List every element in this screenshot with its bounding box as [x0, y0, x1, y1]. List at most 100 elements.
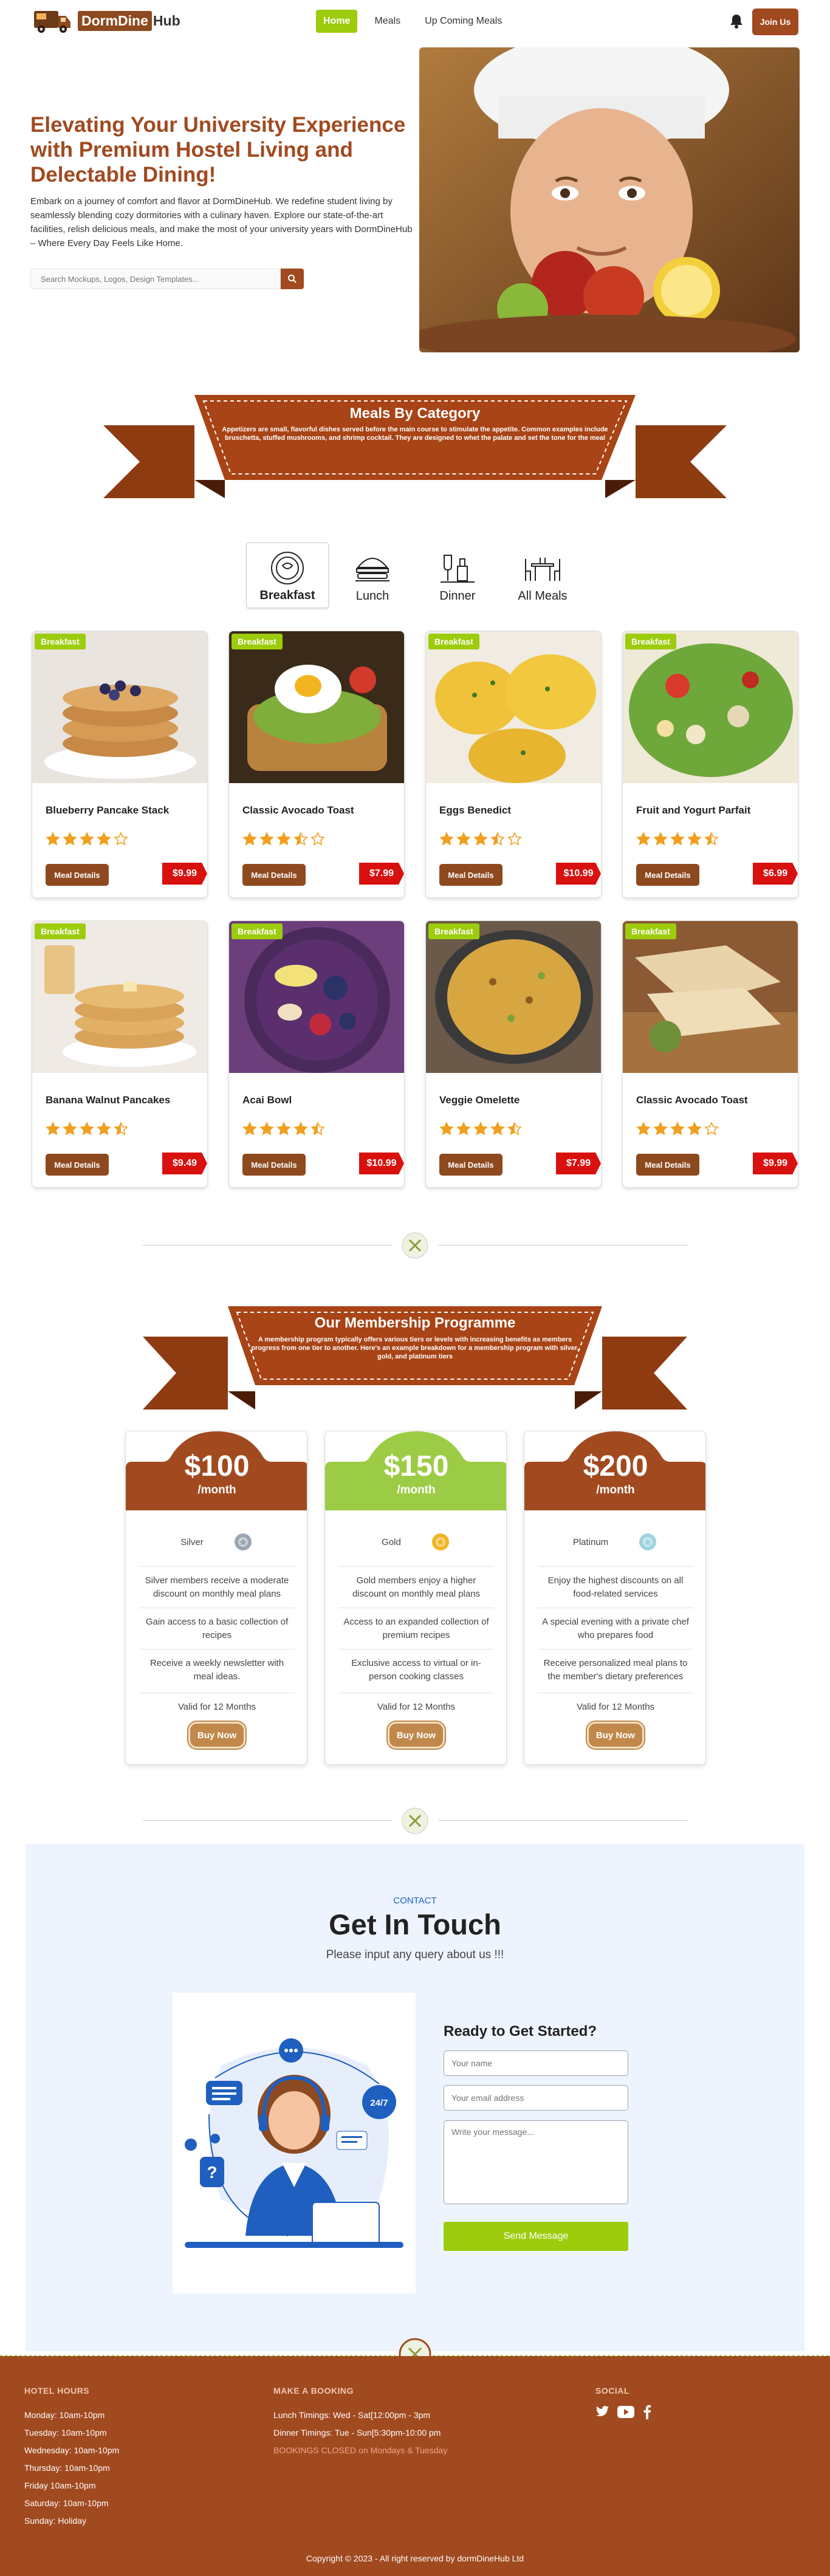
star-icon: [636, 1122, 651, 1139]
hours-line: Tuesday: 10am-10pm: [24, 2428, 107, 2437]
tab-dinner[interactable]: Dinner: [416, 543, 499, 608]
meal-card[interactable]: Breakfast Classic Avocado Toast Meal Detai…: [622, 920, 798, 1188]
hero-description: Embark on a journey of comfort and flavo…: [30, 196, 413, 248]
star-icon: [242, 832, 257, 849]
email-field[interactable]: [444, 2085, 628, 2111]
meal-details-button[interactable]: Meal Details: [636, 864, 699, 886]
meal-card[interactable]: Breakfast Banana Walnut Pancakes Meal Deta…: [32, 920, 208, 1188]
plan-price: $100: [184, 1450, 250, 1482]
meal-details-button[interactable]: Meal Details: [439, 1154, 502, 1176]
nav-meals[interactable]: Meals: [367, 10, 408, 33]
membership-subtitle: A membership program typically offers va…: [251, 1336, 579, 1360]
youtube-icon[interactable]: [617, 2406, 634, 2418]
twitter-icon[interactable]: [595, 2405, 610, 2418]
tab-all-meals[interactable]: All Meals: [501, 543, 584, 608]
star-icon: [114, 1122, 128, 1139]
plan-feature: Valid for 12 Months: [338, 1693, 494, 1714]
meal-details-button[interactable]: Meal Details: [46, 1154, 109, 1176]
tab-lunch[interactable]: Lunch: [331, 543, 414, 608]
dinner-wine-icon: [441, 555, 475, 583]
star-icon: [242, 1122, 257, 1139]
hero-title: Elevating Your University Experience wit…: [30, 113, 406, 187]
star-rating: [636, 832, 719, 849]
join-us-button[interactable]: Join Us: [752, 9, 798, 35]
logo[interactable]: DormDine Hub: [32, 6, 180, 35]
star-icon: [670, 832, 685, 849]
table-chairs-icon: [525, 558, 560, 581]
tab-label: Dinner: [439, 589, 476, 603]
star-icon: [670, 1122, 685, 1139]
brand-part2: Hub: [153, 12, 180, 29]
buy-now-button[interactable]: Buy Now: [188, 1722, 245, 1749]
meal-title: Classic Avocado Toast: [636, 1094, 748, 1106]
meal-card[interactable]: Breakfast Eggs Benedict Meal Details $10.99: [425, 631, 602, 898]
meal-card[interactable]: Breakfast Acai Bowl Meal Details $10.99: [228, 920, 405, 1188]
meal-title: Banana Walnut Pancakes: [46, 1094, 171, 1106]
plan-feature: Access to an expanded collection of prem…: [338, 1608, 494, 1642]
membership-title: Our Membership Programme: [314, 1315, 516, 1331]
category-badge: Breakfast: [625, 634, 676, 649]
membership-plan-card: $200/month Platinum Enjoy the highest disc…: [524, 1431, 706, 1765]
meal-card[interactable]: Breakfast Blueberry Pancake Stack Meal Det…: [32, 631, 208, 898]
star-icon: [473, 1122, 488, 1139]
price-tag: $9.99: [162, 863, 207, 885]
send-message-button[interactable]: Send Message: [444, 2222, 628, 2251]
facebook-icon[interactable]: [643, 2405, 651, 2419]
buy-now-button[interactable]: Buy Now: [388, 1722, 445, 1749]
name-field[interactable]: [444, 2050, 628, 2076]
plan-tier: Silver: [126, 1532, 307, 1552]
star-icon: [507, 832, 522, 849]
star-icon: [687, 1122, 702, 1139]
meal-details-button[interactable]: Meal Details: [636, 1154, 699, 1176]
tab-breakfast[interactable]: Breakfast: [246, 543, 329, 608]
fork-spoon-icon: [402, 1807, 428, 1834]
price-tag: $7.99: [556, 1153, 601, 1174]
search-bar: [30, 269, 304, 289]
brand-name: DormDine Hub: [78, 10, 180, 31]
star-icon: [687, 832, 702, 849]
booking-heading: MAKE A BOOKING: [273, 2386, 354, 2396]
section-divider: [143, 1806, 687, 1836]
plan-feature: Receive personalized meal plans to the m…: [538, 1649, 693, 1684]
meal-details-button[interactable]: Meal Details: [46, 864, 109, 886]
bell-icon[interactable]: [729, 13, 744, 29]
meal-card[interactable]: Breakfast Classic Avocado Toast Meal Detai…: [228, 631, 405, 898]
meal-card[interactable]: Breakfast Fruit and Yogurt Parfait Meal De…: [622, 631, 798, 898]
star-icon: [636, 832, 651, 849]
meal-tabs: Breakfast Lunch Dinner All Meals: [246, 543, 584, 608]
search-button[interactable]: [281, 269, 304, 289]
category-badge: Breakfast: [35, 634, 86, 649]
meal-image: [426, 631, 601, 783]
tier-name: Platinum: [572, 1536, 609, 1547]
section-divider: [143, 1230, 687, 1261]
category-subtitle: Appetizers are small, flavorful dishes s…: [222, 426, 608, 442]
message-field[interactable]: [444, 2120, 628, 2204]
meal-details-button[interactable]: Meal Details: [439, 864, 502, 886]
price-tag: $9.99: [753, 1153, 798, 1174]
booking-closed-note: BOOKINGS CLOSED on Mondays & Tuesday: [273, 2445, 448, 2455]
hours-line: Saturday: 10am-10pm: [24, 2498, 109, 2508]
meal-title: Eggs Benedict: [439, 804, 512, 816]
star-icon: [490, 832, 505, 849]
meal-details-button[interactable]: Meal Details: [242, 1154, 306, 1176]
plan-feature: Gold members enjoy a higher discount on …: [338, 1566, 494, 1601]
buy-now-button[interactable]: Buy Now: [587, 1722, 644, 1749]
search-icon: [288, 275, 297, 283]
tab-label: All Meals: [518, 589, 568, 603]
star-icon: [456, 832, 471, 849]
medal-icon: [234, 1533, 252, 1550]
nav-home[interactable]: Home: [316, 10, 358, 33]
star-icon: [310, 1122, 325, 1139]
plan-tier: Platinum: [524, 1532, 705, 1552]
meal-details-button[interactable]: Meal Details: [242, 864, 306, 886]
star-rating: [439, 832, 522, 849]
meal-title: Veggie Omelette: [439, 1094, 520, 1106]
booking-line: Dinner Timings: Tue - Sun[5:30pm-10:00 p…: [273, 2428, 441, 2437]
search-input[interactable]: [30, 269, 281, 289]
nav-upcoming-meals[interactable]: Up Coming Meals: [417, 10, 509, 33]
chef-hero-image: [419, 47, 800, 352]
hours-line: Friday 10am-10pm: [24, 2481, 96, 2490]
meal-card[interactable]: Breakfast Veggie Omelette Meal Details $7.9…: [425, 920, 602, 1188]
contact-title: Get In Touch: [329, 1908, 501, 1941]
category-title: Meals By Category: [349, 405, 481, 422]
